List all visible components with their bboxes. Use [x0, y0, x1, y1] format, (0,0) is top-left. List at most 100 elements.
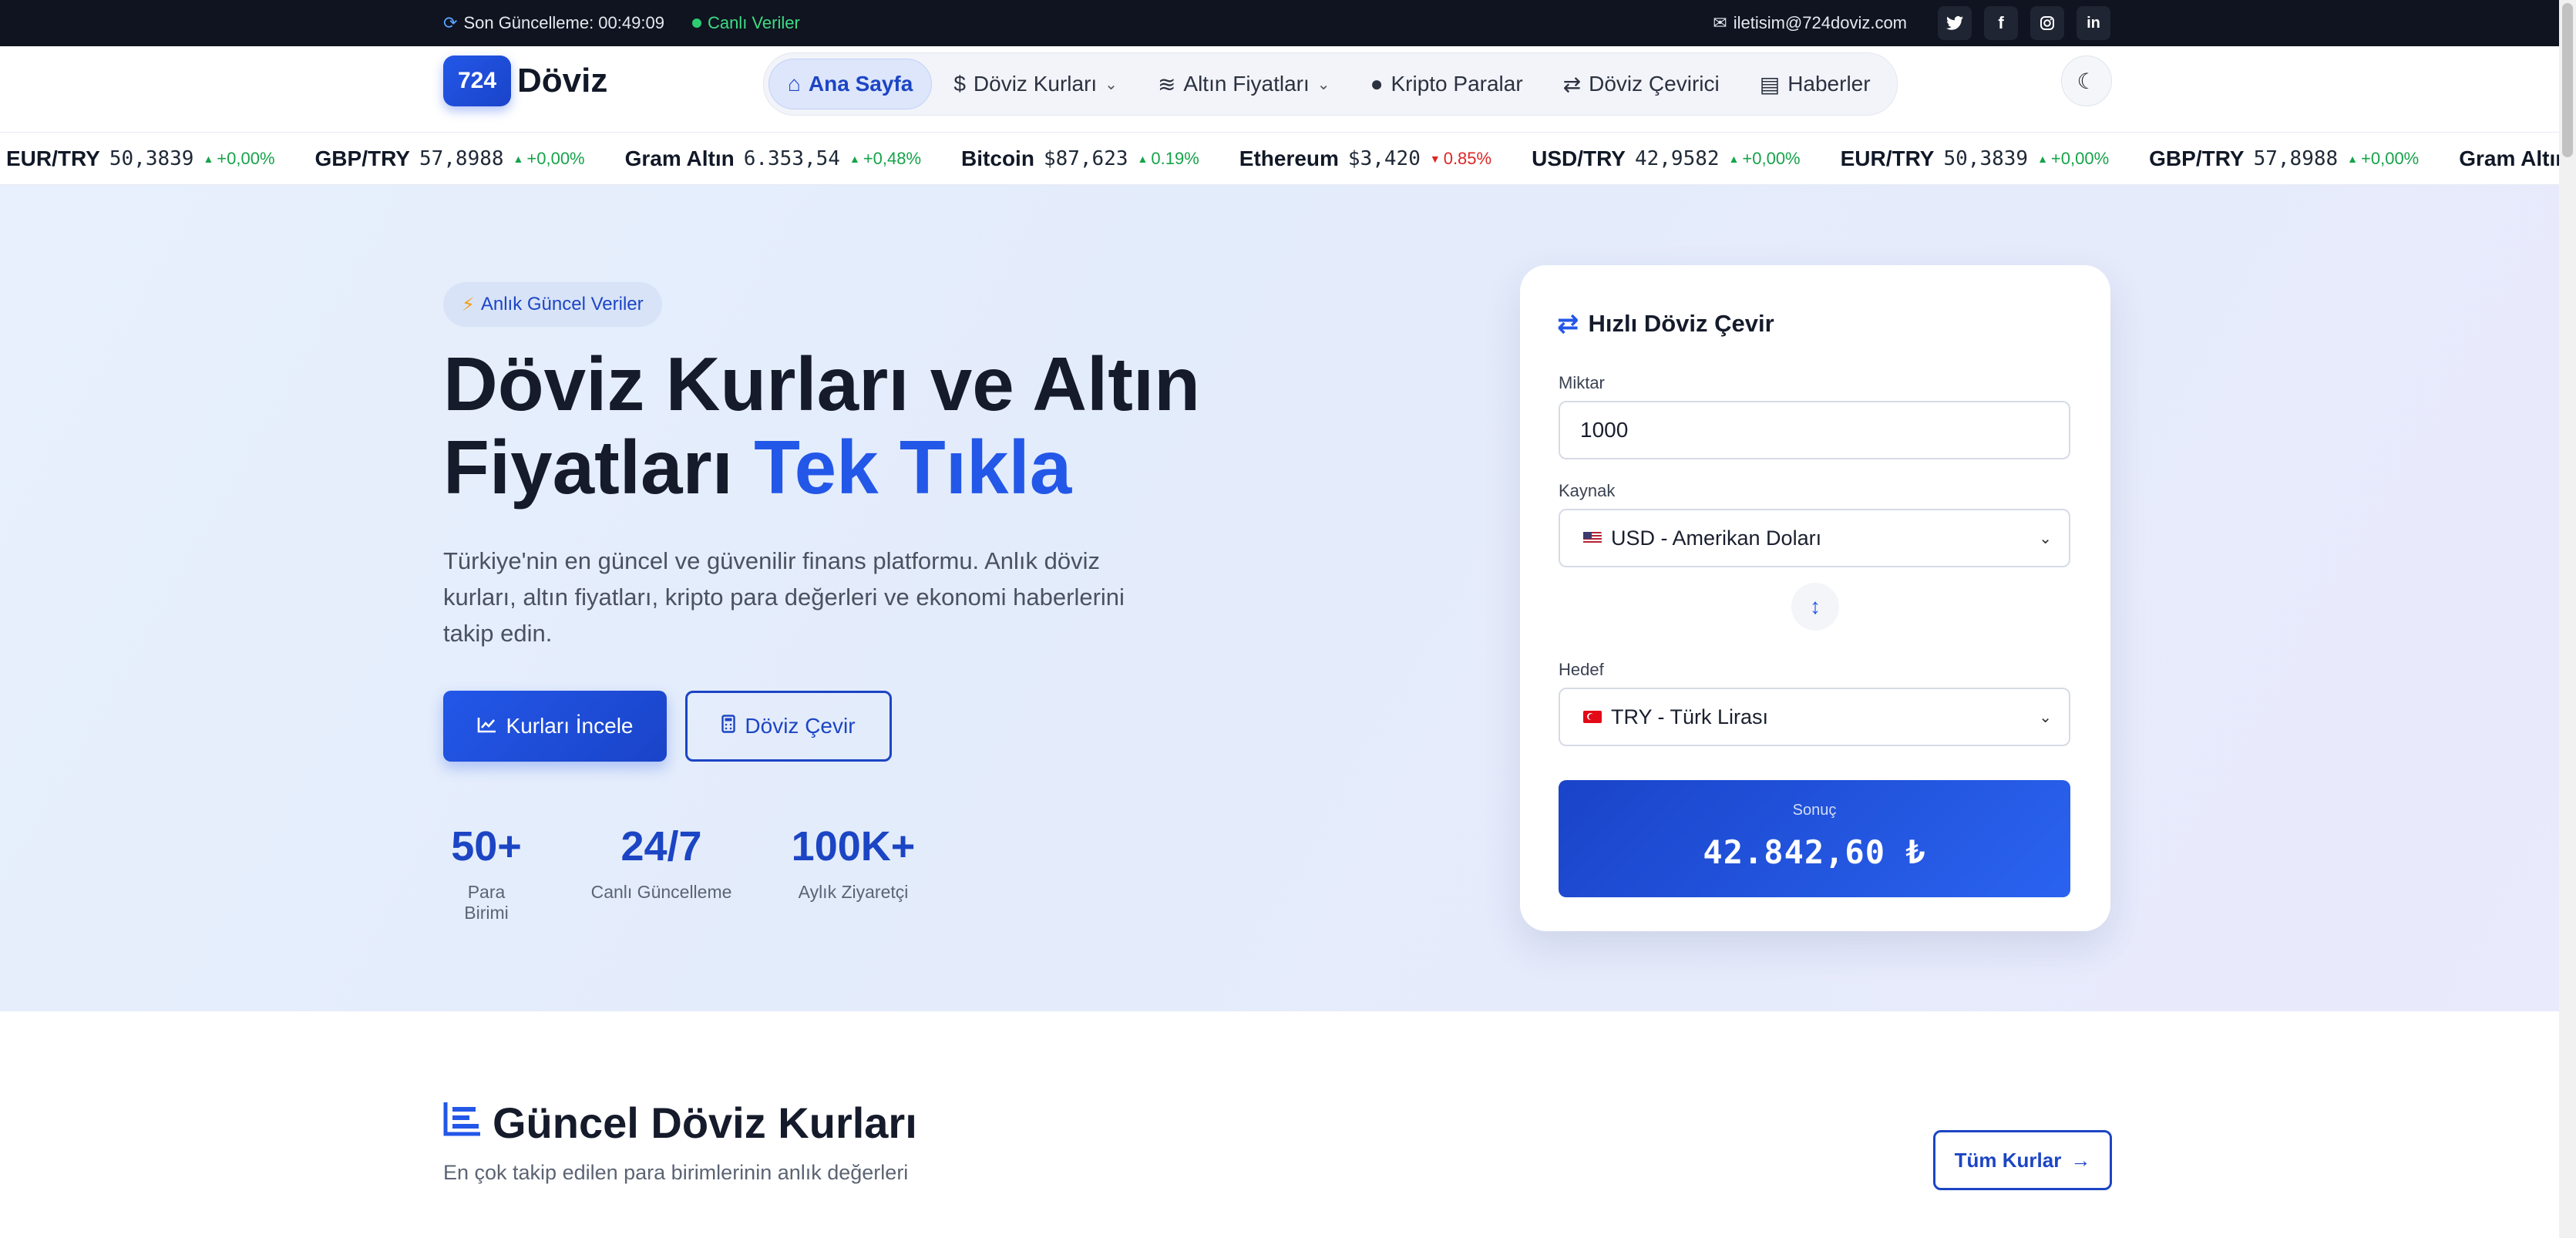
caret-up-icon: ▲: [849, 153, 860, 165]
section-subtitle: En çok takip edilen para birimlerinin an…: [443, 1161, 909, 1184]
stat-visitors: 100K+ Aylık Ziyaretçi: [791, 823, 916, 903]
nav-item-crypto[interactable]: ● Kripto Paralar: [1352, 59, 1542, 109]
instagram-icon[interactable]: [2030, 6, 2064, 40]
bolt-icon: ⚡: [462, 294, 475, 315]
site-logo[interactable]: 724 Döviz: [443, 56, 607, 106]
amount-label: Miktar: [1559, 373, 1605, 392]
ticker-item: USD/TRY 42,9582 ▲ +0,00%: [1512, 146, 1821, 171]
last-update-text: Son Güncelleme: 00:49:09: [463, 13, 664, 32]
quick-converter-card: ⇄ Hızlı Döviz Çevir Miktar 1000 Kaynak U…: [1520, 265, 2110, 931]
conversion-result: Sonuç 42.842,60 ₺: [1559, 780, 2070, 897]
nav-item-gold[interactable]: ≋ Altın Fiyatları ⌄: [1139, 59, 1349, 109]
amount-value: 1000: [1580, 418, 1629, 442]
caret-up-icon: ▲: [1137, 153, 1148, 165]
ticker-name: EUR/TRY: [6, 146, 100, 170]
hero-badge-text: Anlık Güncel Veriler: [480, 294, 644, 315]
ticker-change: ▲ +0,00%: [1729, 149, 1801, 169]
ticker-change-value: 0.19%: [1151, 149, 1199, 168]
ticker-item: EUR/TRY 50,3839 ▲ +0,00%: [1821, 146, 2130, 171]
converter-title: ⇄ Hızlı Döviz Çevir: [1557, 308, 1774, 339]
caret-up-icon: ▲: [1728, 153, 1740, 165]
section-title-text: Güncel Döviz Kurları: [493, 1098, 917, 1147]
ticker-change: ▲ +0,48%: [849, 149, 921, 169]
ticker-change: ▲ +0,00%: [2347, 149, 2419, 169]
stat-live-updates: 24/7 Canlı Güncelleme: [590, 823, 733, 903]
ticker-price: 57,8988: [2253, 147, 2339, 170]
logo-badge: 724: [443, 56, 511, 106]
ticker-change: ▲ +0,00%: [2037, 149, 2109, 169]
ticker-change: ▲ 0.19%: [1138, 149, 1199, 169]
top-bar: ⟳ Son Güncelleme: 00:49:09 Canlı Veriler…: [0, 0, 2576, 46]
bitcoin-icon: ●: [1370, 72, 1384, 96]
nav-item-home[interactable]: ⌂ Ana Sayfa: [768, 59, 933, 109]
view-rates-button[interactable]: Kurları İncele: [443, 691, 667, 762]
exchange-icon: ⇄: [1562, 72, 1582, 96]
target-label: Hedef: [1559, 660, 1604, 679]
ticker-change-value: +0,00%: [2050, 149, 2110, 168]
ticker-price: $87,623: [1043, 147, 1128, 170]
contact-email[interactable]: ✉ iletisim@724doviz.com: [1713, 13, 1907, 33]
ticker-change-value: +0,00%: [1742, 149, 1801, 168]
chevron-down-icon: ⌄: [2039, 708, 2052, 726]
stat-label: Canlı Güncelleme: [590, 882, 732, 902]
ticker-change: ▲ +0,00%: [203, 149, 274, 169]
facebook-icon[interactable]: f: [1984, 6, 2018, 40]
main-nav: 724 Döviz ⌂ Ana Sayfa $ Döviz Kurları ⌄ …: [0, 46, 2576, 133]
ticker-item: Gram Altın6.353,54▲+0,48%: [2439, 146, 2576, 171]
nav-item-news[interactable]: ▤ Haberler: [1741, 59, 1889, 109]
current-rates-section: Güncel Döviz Kurları En çok takip edilen…: [0, 1011, 2576, 1238]
live-text: Canlı Veriler: [707, 13, 800, 32]
chevron-down-icon: ⌄: [1317, 76, 1330, 93]
nav-item-converter[interactable]: ⇄ Döviz Çevirici: [1545, 59, 1738, 109]
nav-item-gold-label: Altın Fiyatları: [1183, 72, 1310, 96]
target-currency-select[interactable]: TRY - Türk Lirası ⌄: [1559, 688, 2070, 746]
nav-item-converter-label: Döviz Çevirici: [1589, 72, 1720, 96]
caret-down-icon: ▼: [1429, 153, 1441, 165]
ticker-change-value: +0,48%: [863, 149, 922, 168]
envelope-icon: ✉: [1713, 13, 1727, 32]
chevron-down-icon: ⌄: [2039, 530, 2052, 547]
nav-item-home-label: Ana Sayfa: [808, 72, 913, 96]
linkedin-icon[interactable]: in: [2077, 6, 2110, 40]
target-currency-value: TRY - Türk Lirası: [1611, 705, 1769, 728]
ticker-name: Gram Altın: [624, 146, 735, 170]
live-indicator: Canlı Veriler: [691, 13, 800, 33]
ticker-change: ▼ 0.85%: [1430, 149, 1491, 169]
scrollbar-thumb[interactable]: [2562, 3, 2573, 157]
ticker-item: GBP/TRY 57,8988 ▲ +0,00%: [295, 146, 605, 171]
contact-email-text: iletisim@724doviz.com: [1733, 13, 1907, 32]
hero-title: Döviz Kurları ve Altın Fiyatları Tek Tık…: [443, 342, 1291, 509]
swap-currencies-button[interactable]: ↕: [1791, 583, 1839, 631]
source-currency-select[interactable]: USD - Amerikan Doları ⌄: [1559, 509, 2070, 567]
result-value: 42.842,60 ₺: [1703, 833, 1926, 871]
nav-item-currency[interactable]: $ Döviz Kurları ⌄: [935, 59, 1136, 109]
amount-input[interactable]: 1000: [1559, 401, 2070, 459]
page-scrollbar[interactable]: [2559, 0, 2576, 1238]
ticker-price: 50,3839: [1943, 147, 2029, 170]
twitter-icon[interactable]: [1938, 6, 1972, 40]
hero-lead: Türkiye'nin en güncel ve güvenilir finan…: [443, 547, 1125, 647]
ticker-item: Gram Altın6.353,54▲+0,48%: [605, 146, 941, 171]
chevron-down-icon: ⌄: [1105, 76, 1118, 93]
newspaper-icon: ▤: [1759, 72, 1781, 96]
ticker-change: ▲ +0,00%: [513, 149, 585, 169]
hero-title-line1: Döviz Kurları ve Altın: [443, 341, 1201, 426]
us-flag-icon: [1583, 532, 1602, 544]
stat-number: 24/7: [620, 823, 702, 870]
ticker-change-value: +0,00%: [2361, 149, 2420, 168]
stat-currencies: 50+ Para Birimi: [443, 823, 530, 923]
all-rates-button[interactable]: Tüm Kurlar →: [1933, 1130, 2112, 1190]
caret-up-icon: ▲: [513, 153, 524, 165]
chart-line-icon: [477, 714, 497, 738]
caret-up-icon: ▲: [203, 153, 214, 165]
moon-icon: ☾: [2077, 69, 2097, 93]
convert-currency-button[interactable]: Döviz Çevir: [685, 691, 892, 762]
ticker-change-value: 0.85%: [1443, 149, 1492, 168]
dollar-icon: $: [953, 72, 966, 96]
ticker-name: GBP/TRY: [2149, 146, 2245, 170]
theme-toggle-button[interactable]: ☾: [2061, 56, 2112, 106]
nav-item-news-label: Haberler: [1787, 72, 1871, 96]
ticker-track: EUR/TRY 50,3839 ▲ +0,00% GBP/TRY 57,8988 ▲ +0,0…: [0, 133, 2576, 184]
ticker-name: Bitcoin: [961, 146, 1034, 170]
section-title: Güncel Döviz Kurları: [443, 1098, 917, 1148]
